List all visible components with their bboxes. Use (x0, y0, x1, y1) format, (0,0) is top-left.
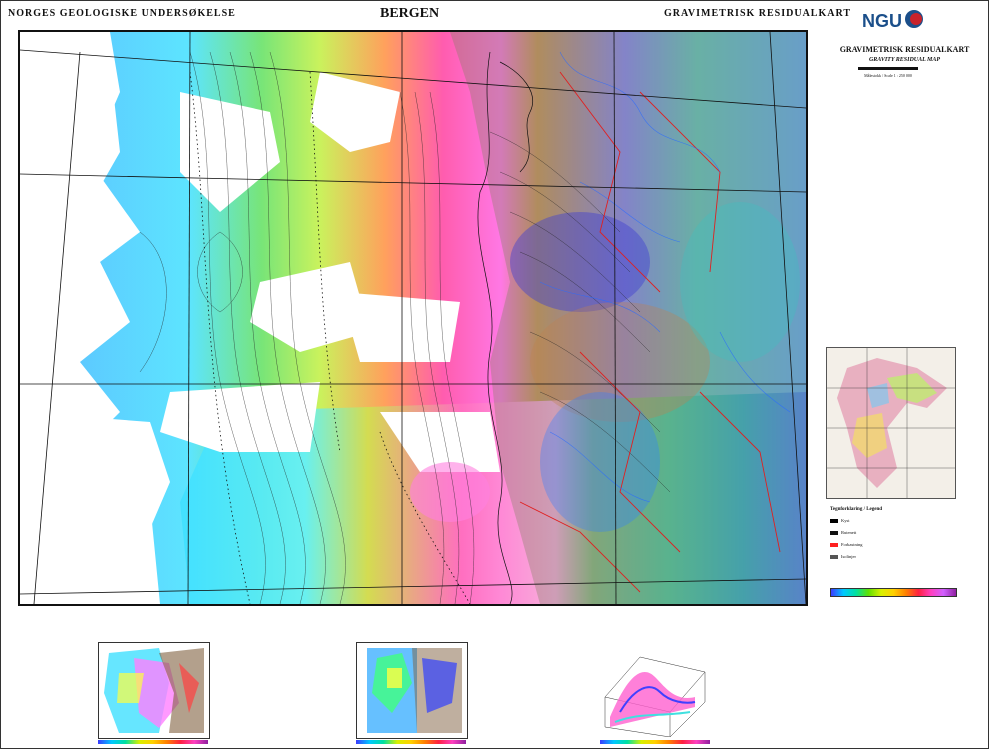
legend-swatch (830, 554, 838, 559)
ngu-logo: NGU (862, 11, 902, 31)
inset-3d-frame (600, 642, 710, 737)
legend-swatch (830, 542, 838, 547)
legend-title: Tegnforklaring / Legend (830, 507, 883, 512)
inset-3d-scale (600, 740, 710, 744)
side-title: GRAVIMETRISK RESIDUALKART (839, 45, 970, 54)
inset-map-2[interactable] (356, 616, 486, 746)
map-type-title: GRAVIMETRISK RESIDUALKART (664, 8, 851, 19)
legend-item: Isolinjer (830, 554, 980, 559)
side-subtitle: GRAVITY RESIDUAL MAP (868, 57, 941, 63)
legend-item: Rutenett (830, 530, 980, 535)
inset-map-2-frame (356, 642, 468, 739)
legend-swatch (830, 518, 838, 523)
scale-bar (858, 67, 918, 70)
norway-index-map (827, 348, 955, 498)
inset-map-1-frame (98, 642, 210, 739)
map-canvas (20, 32, 806, 604)
legend-swatch (830, 530, 838, 535)
index-map[interactable] (826, 347, 956, 499)
map-name: BERGEN (380, 6, 440, 21)
main-map[interactable] (18, 30, 808, 606)
legend-item: Forkastning (830, 542, 980, 547)
color-scale-bar (830, 588, 957, 597)
scale-label: Målestokk / Scale 1 : 250 000 (864, 73, 912, 78)
legend-item: Kyst (830, 518, 980, 523)
ngu-logo-icon (905, 10, 923, 28)
inset-map-1[interactable] (98, 616, 228, 746)
organization-title: NORGES GEOLOGISKE UNDERSØKELSE (8, 8, 236, 19)
inset-3d-surface[interactable] (600, 616, 730, 746)
inset-map-1-scale (98, 740, 208, 744)
inset-map-2-scale (356, 740, 466, 744)
